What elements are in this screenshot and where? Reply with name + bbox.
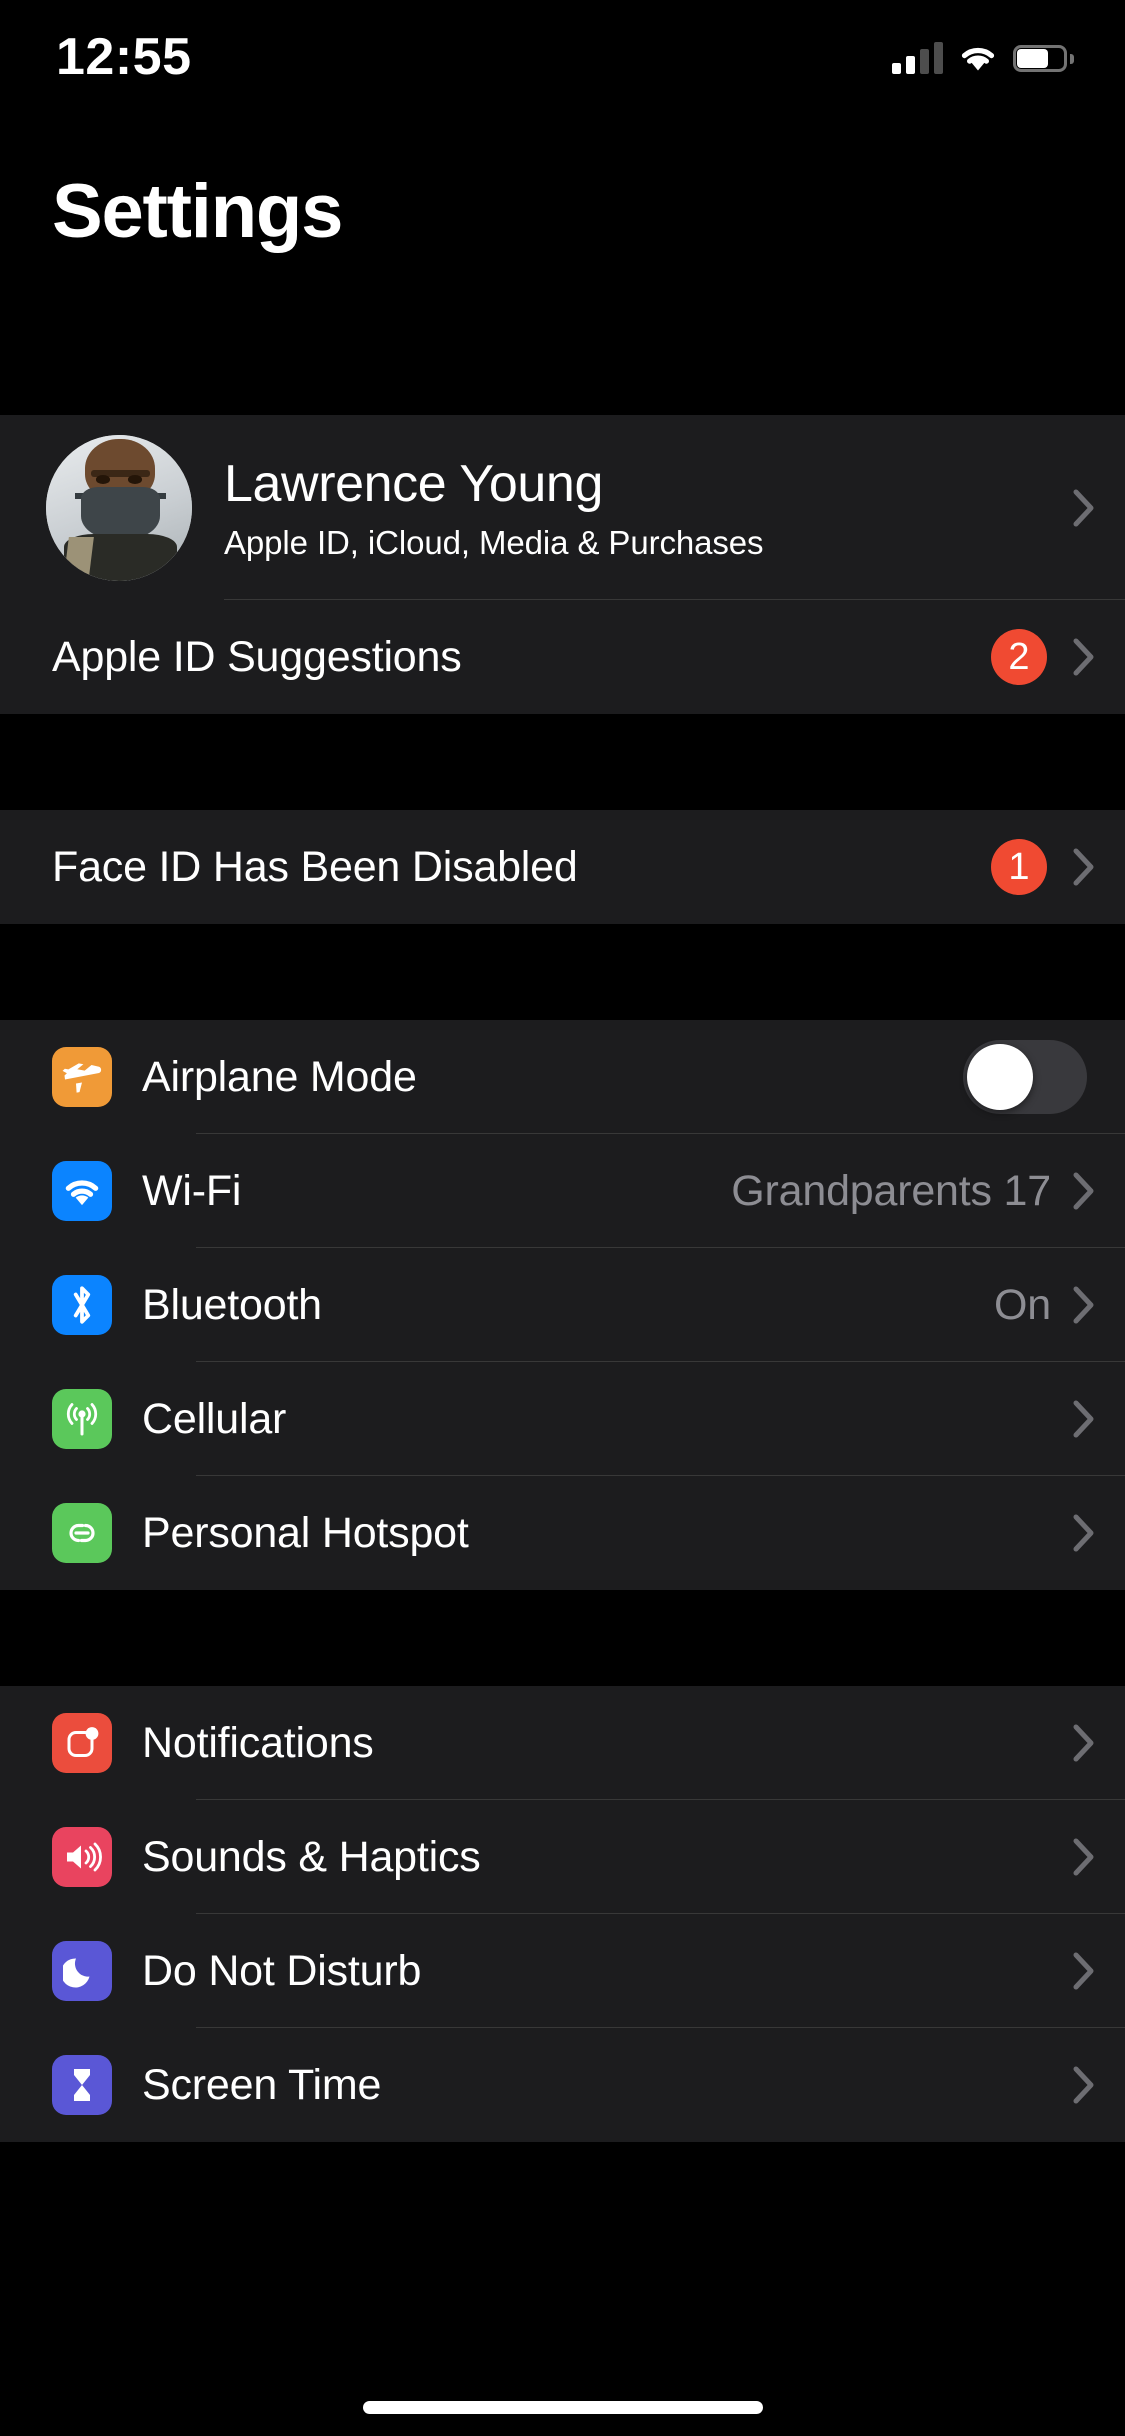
section-gap [0, 1590, 1125, 1686]
sidebar-item-label: Do Not Disturb [142, 1946, 422, 1995]
sidebar-item-label: Bluetooth [142, 1280, 322, 1329]
sidebar-item-do-not-disturb[interactable]: Do Not Disturb [0, 1914, 1125, 2028]
chevron-right-icon [1073, 1952, 1095, 1990]
personal-hotspot-icon [52, 1503, 112, 1563]
sidebar-item-airplane-mode[interactable]: Airplane Mode [0, 1020, 1125, 1134]
section-gap [0, 924, 1125, 1020]
sounds-haptics-icon [52, 1827, 112, 1887]
chevron-right-icon [1073, 848, 1095, 886]
chevron-right-icon [1073, 2066, 1095, 2104]
bluetooth-icon [52, 1275, 112, 1335]
page-title: Settings [52, 169, 343, 254]
wifi-icon [52, 1161, 112, 1221]
chevron-right-icon [1073, 1400, 1095, 1438]
alert-section: Face ID Has Been Disabled 1 [0, 810, 1125, 924]
cellular-antenna-icon [52, 1389, 112, 1449]
apple-id-suggestions-label: Apple ID Suggestions [52, 632, 462, 681]
sidebar-item-label: Airplane Mode [142, 1052, 417, 1101]
chevron-right-icon [1073, 638, 1095, 676]
wifi-network-value: Grandparents 17 [731, 1166, 1051, 1215]
screen-time-hourglass-icon [52, 2055, 112, 2115]
sidebar-item-bluetooth[interactable]: Bluetooth On [0, 1248, 1125, 1362]
chevron-right-icon [1073, 1514, 1095, 1552]
wifi-icon [961, 47, 995, 71]
status-bar: 12:55 [0, 0, 1125, 100]
settings-screen: 12:55 Settings Lawrence Young Apple ID, … [0, 0, 1125, 2436]
apple-id-profile-row[interactable]: Lawrence Young Apple ID, iCloud, Media &… [0, 415, 1125, 600]
sidebar-item-cellular[interactable]: Cellular [0, 1362, 1125, 1476]
sidebar-item-personal-hotspot[interactable]: Personal Hotspot [0, 1476, 1125, 1590]
face-id-disabled-label: Face ID Has Been Disabled [52, 842, 578, 891]
status-badge: 2 [991, 629, 1047, 685]
face-id-disabled-row[interactable]: Face ID Has Been Disabled 1 [0, 810, 1125, 924]
sidebar-item-notifications[interactable]: Notifications [0, 1686, 1125, 1800]
sidebar-item-label: Cellular [142, 1394, 287, 1443]
battery-icon [1013, 44, 1074, 72]
chevron-right-icon [1073, 489, 1095, 527]
do-not-disturb-moon-icon [52, 1941, 112, 2001]
sidebar-item-label: Personal Hotspot [142, 1508, 469, 1557]
sidebar-item-label: Wi-Fi [142, 1166, 242, 1215]
avatar [46, 434, 192, 581]
chevron-right-icon [1073, 1838, 1095, 1876]
notifications-icon [52, 1713, 112, 1773]
chevron-right-icon [1073, 1724, 1095, 1762]
profile-text: Lawrence Young Apple ID, iCloud, Media &… [224, 454, 1069, 562]
profile-name: Lawrence Young [224, 454, 603, 513]
profile-subtitle: Apple ID, iCloud, Media & Purchases [224, 523, 764, 561]
connectivity-section: Airplane Mode Wi-Fi Grandparents 17 Blue… [0, 1020, 1125, 1590]
status-badge: 1 [991, 839, 1047, 895]
sidebar-item-wifi[interactable]: Wi-Fi Grandparents 17 [0, 1134, 1125, 1248]
sidebar-item-screen-time[interactable]: Screen Time [0, 2028, 1125, 2142]
chevron-right-icon [1073, 1172, 1095, 1210]
sidebar-item-label: Screen Time [142, 2060, 382, 2109]
airplane-icon [52, 1047, 112, 1107]
chevron-right-icon [1073, 1286, 1095, 1324]
status-bar-time: 12:55 [56, 28, 192, 86]
account-section: Lawrence Young Apple ID, iCloud, Media &… [0, 415, 1125, 714]
status-bar-indicators [892, 42, 1074, 74]
home-indicator[interactable] [362, 2401, 763, 2414]
section-gap [0, 714, 1125, 810]
sidebar-item-label: Notifications [142, 1718, 374, 1767]
sidebar-item-sounds-haptics[interactable]: Sounds & Haptics [0, 1800, 1125, 1914]
sidebar-item-label: Sounds & Haptics [142, 1832, 481, 1881]
cellular-signal-icon [892, 42, 943, 74]
apple-id-suggestions-row[interactable]: Apple ID Suggestions 2 [0, 600, 1125, 714]
system-section: Notifications Sounds & Haptics Do Not Di… [0, 1686, 1125, 2142]
bluetooth-state-value: On [994, 1280, 1051, 1329]
airplane-mode-toggle[interactable] [963, 1040, 1087, 1114]
